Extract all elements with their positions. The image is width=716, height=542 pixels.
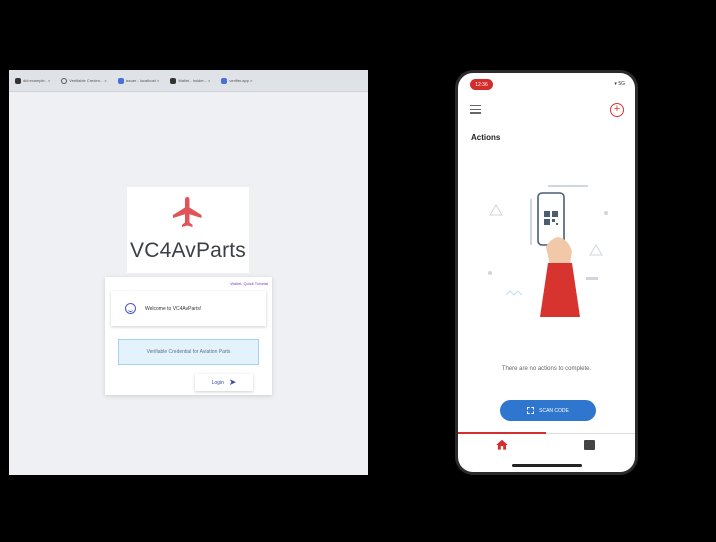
status-time: 12:36 bbox=[470, 79, 493, 90]
status-indicators: ▾ 5G bbox=[614, 81, 625, 87]
tab-label: did:example.. × bbox=[23, 78, 51, 83]
phone-device: 12:36 ▾ 5G + Actions There are no action… bbox=[455, 70, 638, 475]
welcome-text: Welcome to VC4AvParts! bbox=[145, 305, 202, 312]
scan-phone-illustration bbox=[488, 185, 608, 317]
smiley-icon bbox=[125, 303, 136, 314]
scan-code-button[interactable]: SCAN CODE bbox=[500, 400, 596, 421]
tab-label: verifier.app × bbox=[229, 78, 253, 83]
browser-tab[interactable]: Wallet - holder... × bbox=[166, 73, 214, 89]
favicon-icon bbox=[117, 77, 124, 84]
browser-window: did:example.. × Verifiable Creden... × i… bbox=[9, 70, 368, 475]
page-title: Actions bbox=[471, 133, 501, 142]
empty-state-message: There are no actions to complete. bbox=[501, 366, 592, 372]
browser-tab-bar: did:example.. × Verifiable Creden... × i… bbox=[9, 70, 368, 92]
browser-tab[interactable]: did:example.. × bbox=[11, 73, 54, 89]
browser-tab[interactable]: Verifiable Creden... × bbox=[57, 73, 110, 89]
phone-screen: 12:36 ▾ 5G + Actions There are no action… bbox=[458, 73, 635, 472]
menu-icon[interactable] bbox=[470, 105, 481, 114]
arrow-right-icon: ➤ bbox=[228, 377, 237, 387]
video-frame: did:example.. × Verifiable Creden... × i… bbox=[0, 0, 716, 542]
browser-tab[interactable]: verifier.app × bbox=[217, 73, 256, 89]
credential-info-box: Verifiable Credential for Aviation Parts bbox=[118, 339, 259, 365]
login-label: Login bbox=[211, 379, 224, 386]
tab-label: Wallet - holder... × bbox=[178, 78, 211, 83]
login-card: Wallet: Quick Tutorial Welcome to VC4AvP… bbox=[105, 277, 272, 395]
favicon-icon bbox=[170, 77, 177, 84]
qr-scan-icon bbox=[527, 407, 535, 414]
favicon-icon bbox=[61, 77, 68, 84]
inbox-icon[interactable] bbox=[584, 440, 595, 450]
brand-logo-card: VC4AvParts bbox=[127, 187, 249, 273]
browser-tab[interactable]: issuer - localhost × bbox=[114, 73, 163, 89]
favicon-icon bbox=[15, 77, 21, 84]
login-button[interactable]: Login ➤ bbox=[195, 374, 253, 391]
airplane-icon bbox=[173, 197, 202, 227]
welcome-panel: Welcome to VC4AvParts! bbox=[111, 291, 266, 326]
favicon-icon bbox=[221, 77, 228, 84]
home-icon[interactable] bbox=[495, 438, 509, 452]
tab-label: issuer - localhost × bbox=[125, 78, 160, 83]
tab-label: Verifiable Creden... × bbox=[69, 78, 107, 83]
active-tab-indicator bbox=[458, 432, 546, 434]
add-button[interactable]: + bbox=[610, 103, 624, 117]
scan-code-label: SCAN CODE bbox=[539, 407, 569, 414]
brand-name: VC4AvParts bbox=[130, 239, 246, 262]
home-indicator bbox=[512, 464, 582, 467]
credential-text: Verifiable Credential for Aviation Parts bbox=[146, 349, 231, 355]
wallet-tutorial-link[interactable]: Wallet: Quick Tutorial bbox=[230, 281, 268, 286]
